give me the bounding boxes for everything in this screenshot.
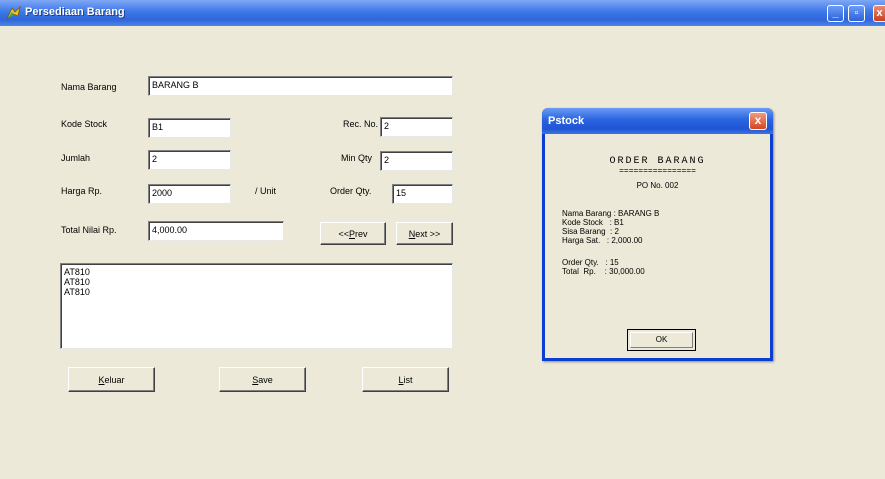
rec-no-label: Rec. No.	[343, 119, 379, 129]
ok-button[interactable]: OK	[627, 329, 696, 351]
pstock-dialog: Pstock x ORDER BARANG ================ P…	[542, 108, 773, 361]
prev-label: rev	[355, 228, 368, 239]
jumlah-label: Jumlah	[61, 153, 91, 163]
jumlah-input[interactable]: 2	[148, 150, 231, 170]
order-qty-input[interactable]: 15	[392, 184, 453, 204]
list-item[interactable]: AT810	[64, 267, 449, 277]
next-label: ext >>	[415, 228, 441, 239]
min-qty-input[interactable]: 2	[380, 151, 453, 171]
ok-label: OK	[630, 332, 693, 348]
list-label: ist	[403, 374, 413, 385]
rec-no-input[interactable]: 2	[380, 117, 453, 137]
min-qty-label: Min Qty	[341, 153, 373, 163]
save-label: ave	[258, 374, 273, 385]
nama-barang-input[interactable]: BARANG B	[148, 76, 453, 96]
keluar-button[interactable]: Keluar	[68, 367, 155, 392]
detail-line: Kode Stock : B1	[562, 218, 624, 227]
list-item[interactable]: AT810	[64, 277, 449, 287]
dialog-body: ORDER BARANG ================ PO No. 002…	[548, 134, 767, 355]
prev-prefix: <<	[338, 228, 349, 239]
list-item[interactable]: AT810	[64, 287, 449, 297]
dialog-close-button[interactable]: x	[749, 112, 767, 130]
title-bar[interactable]: Persediaan Barang _ ▫ x	[0, 0, 885, 26]
close-icon: x	[754, 113, 762, 127]
maximize-button[interactable]: ▫	[848, 5, 865, 22]
harga-input[interactable]: 2000	[148, 184, 231, 204]
total-nilai-label: Total Nilai Rp.	[61, 225, 117, 235]
order-heading-underline: ================	[619, 167, 696, 176]
summary-line: Order Qty. : 15	[562, 258, 619, 267]
order-heading: ORDER BARANG	[609, 156, 706, 167]
dialog-title: Pstock	[548, 115, 585, 127]
kode-stock-label: Kode Stock	[61, 119, 108, 129]
unit-label: / Unit	[255, 186, 277, 196]
kode-stock-input[interactable]: B1	[148, 118, 231, 138]
detail-line: Sisa Barang : 2	[562, 227, 619, 236]
minimize-button[interactable]: _	[827, 5, 844, 22]
dialog-title-bar[interactable]: Pstock x	[542, 108, 773, 134]
item-listbox[interactable]: AT810 AT810 AT810	[60, 263, 453, 349]
order-qty-label: Order Qty.	[330, 186, 372, 196]
po-number: PO No. 002	[636, 181, 679, 190]
close-icon: x	[876, 7, 883, 19]
close-button[interactable]: x	[873, 5, 885, 22]
keluar-label: eluar	[104, 374, 125, 385]
save-button[interactable]: Save	[219, 367, 306, 392]
harga-label: Harga Rp.	[61, 186, 103, 196]
list-button[interactable]: List	[362, 367, 449, 392]
maximize-icon: ▫	[854, 7, 859, 19]
prev-button[interactable]: << Prev	[320, 222, 386, 245]
next-button[interactable]: Next >>	[396, 222, 453, 245]
detail-line: Nama Barang : BARANG B	[562, 209, 660, 218]
window-title: Persediaan Barang	[25, 6, 125, 18]
total-nilai-input[interactable]: 4,000.00	[148, 221, 284, 241]
detail-line: Harga Sat. : 2,000.00	[562, 236, 643, 245]
main-window: Persediaan Barang _ ▫ x Nama Barang BARA…	[0, 0, 885, 479]
app-icon	[6, 6, 21, 20]
summary-line: Total Rp. : 30,000.00	[562, 267, 645, 276]
nama-barang-label: Nama Barang	[61, 82, 117, 92]
minimize-icon: _	[832, 7, 839, 19]
